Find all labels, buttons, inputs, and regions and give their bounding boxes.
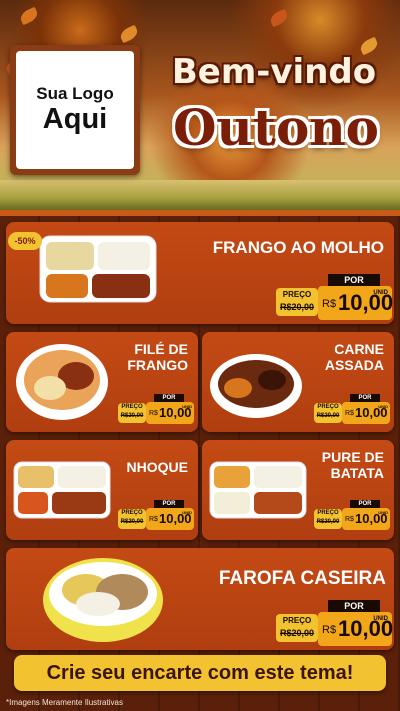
- old-price: R$20,00: [279, 628, 315, 638]
- dish-image: [39, 235, 157, 303]
- price-tag: POR PREÇO R$20,00 R$ 10,00 UNID: [276, 600, 394, 650]
- season-heading: Outono: [172, 98, 380, 157]
- new-price-box: R$ 10,00 UNID: [146, 508, 194, 530]
- old-price: R$20,00: [316, 413, 340, 419]
- item-title: NHOQUE: [126, 459, 188, 475]
- menu-card-carne-assada: CARNE ASSADA POR PREÇO R$20,00 R$ 10,00 …: [202, 332, 394, 432]
- dish-image: [210, 354, 302, 418]
- item-title-line2: FRANGO: [127, 356, 188, 373]
- new-price-box: R$ 10,00 UNID: [342, 508, 390, 530]
- menu-card-nhoque: NHOQUE POR PREÇO R$20,00 R$ 10,00 UNID: [6, 440, 198, 540]
- item-title-line1: FILÉ DE: [134, 341, 188, 357]
- disclaimer: *Imagens Meramente Ilustrativas: [6, 698, 123, 707]
- preco-label: PREÇO: [282, 290, 312, 299]
- price-tag: POR PREÇO R$20,00 R$ 10,00 UNID: [314, 394, 392, 428]
- dish-image: [209, 461, 307, 519]
- panel-divider: [0, 210, 400, 216]
- item-title: CARNE ASSADA: [324, 341, 384, 373]
- currency: R$: [149, 516, 158, 523]
- item-title: FILÉ DE FRANGO: [127, 341, 188, 373]
- old-price-box: PREÇO R$20,00: [276, 614, 318, 642]
- preco-label: PREÇO: [317, 510, 339, 516]
- old-price: R$20,00: [279, 302, 315, 312]
- dish-image: [43, 558, 163, 642]
- new-price-box: R$ 10,00 UNID: [342, 402, 390, 424]
- item-title-line1: PURE DE: [321, 449, 384, 465]
- currency: R$: [149, 410, 158, 417]
- old-price: R$20,00: [120, 519, 144, 525]
- currency: R$: [345, 410, 354, 417]
- price-tag: POR PREÇO R$20,00 R$ 10,00 UNID: [314, 500, 392, 534]
- preco-label: PREÇO: [121, 404, 143, 410]
- old-price-box: PREÇO R$20,00: [118, 509, 146, 529]
- item-title-line2: BATATA: [330, 464, 384, 481]
- preco-label: PREÇO: [317, 404, 339, 410]
- item-title-line2: ASSADA: [324, 356, 384, 373]
- currency: R$: [322, 624, 337, 636]
- old-price-box: PREÇO R$20,00: [118, 403, 146, 423]
- logo-placeholder: Sua Logo Aqui: [10, 45, 140, 175]
- new-price-box: R$ 10,00 UNID: [146, 402, 194, 424]
- currency: R$: [322, 298, 337, 310]
- leaf-icon: [268, 8, 290, 28]
- new-price-box: R$ 10,00 UNID: [318, 612, 393, 646]
- old-price-box: PREÇO R$20,00: [314, 509, 342, 529]
- new-price-box: R$ 10,00 UNID: [318, 286, 393, 320]
- menu-card-pure-de-batata: PURE DE BATATA POR PREÇO R$20,00 R$ 10,0…: [202, 440, 394, 540]
- leaf-icon: [18, 6, 40, 26]
- dish-image: [13, 461, 111, 519]
- unit-label: UNID: [373, 616, 388, 622]
- menu-card-farofa-caseira: FAROFA CASEIRA POR PREÇO R$20,00 R$ 10,0…: [6, 548, 394, 650]
- unit-label: UNID: [378, 404, 388, 409]
- grass-strip: [0, 180, 400, 210]
- unit-label: UNID: [378, 510, 388, 515]
- price-tag: POR PREÇO R$20,00 R$ 10,00 UNID: [276, 274, 394, 324]
- unit-label: UNID: [182, 404, 192, 409]
- welcome-heading: Bem-vindo: [171, 52, 377, 92]
- item-title: FAROFA CASEIRA: [218, 568, 386, 589]
- menu-card-frango-ao-molho: FRANGO AO MOLHO POR PREÇO R$20,00 R$ 10,…: [6, 222, 394, 324]
- dish-image: [16, 344, 108, 420]
- old-price: R$20,00: [120, 413, 144, 419]
- preco-label: PREÇO: [121, 510, 143, 516]
- old-price-box: PREÇO R$20,00: [276, 288, 318, 316]
- discount-badge: -50%: [8, 232, 42, 250]
- logo-line2: Aqui: [42, 103, 108, 136]
- item-title-line1: CARNE: [334, 341, 384, 357]
- menu-card-file-de-frango: FILÉ DE FRANGO POR PREÇO R$20,00 R$ 10,0…: [6, 332, 198, 432]
- cta-banner[interactable]: Crie seu encarte com este tema!: [14, 655, 386, 691]
- unit-label: UNID: [182, 510, 192, 515]
- preco-label: PREÇO: [282, 616, 312, 625]
- item-title: PURE DE BATATA: [321, 449, 384, 481]
- old-price: R$20,00: [316, 519, 340, 525]
- price-tag: POR PREÇO R$20,00 R$ 10,00 UNID: [118, 394, 196, 428]
- item-title: FRANGO AO MOLHO: [212, 238, 384, 257]
- logo-line1: Sua Logo: [36, 84, 114, 104]
- unit-label: UNID: [373, 290, 388, 296]
- old-price-box: PREÇO R$20,00: [314, 403, 342, 423]
- price-tag: POR PREÇO R$20,00 R$ 10,00 UNID: [118, 500, 196, 534]
- leaf-icon: [118, 24, 140, 44]
- currency: R$: [345, 516, 354, 523]
